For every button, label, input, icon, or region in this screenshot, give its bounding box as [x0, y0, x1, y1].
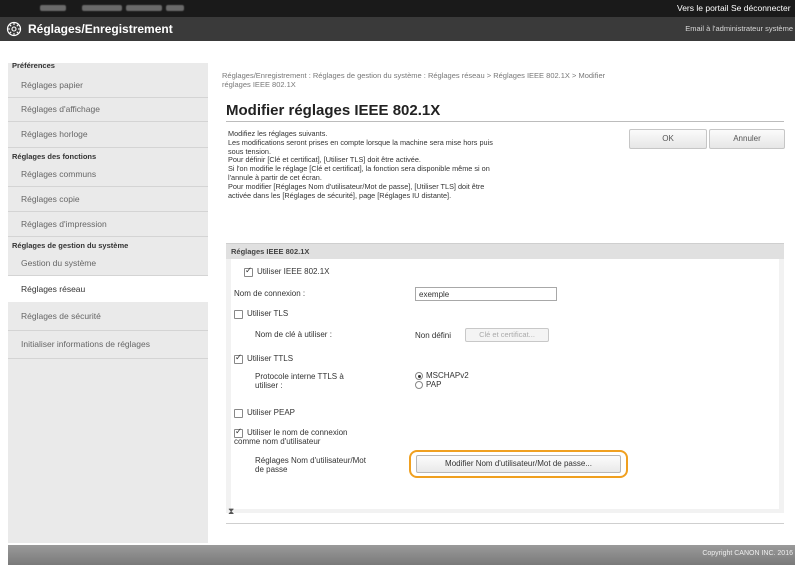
blurred-text: [166, 5, 184, 11]
use-tls-checkbox[interactable]: [234, 310, 243, 319]
blurred-text: [40, 5, 66, 11]
description-line: Les modifications seront prises en compt…: [228, 137, 493, 147]
app-header: Réglages/Enregistrement Email à l'admini…: [0, 17, 795, 41]
section-heading: Réglages IEEE 802.1X: [226, 244, 784, 259]
use-tls-label: Utiliser TLS: [247, 309, 289, 318]
copyright: Copyright CANON INC. 2016: [702, 550, 793, 557]
admin-email-link[interactable]: Email à l'administrateur système: [685, 24, 793, 33]
sidebar-item-network[interactable]: Réglages réseau: [8, 276, 208, 302]
use-ieee-checkbox[interactable]: [244, 266, 253, 277]
divider: [8, 236, 208, 237]
radio-mschapv2[interactable]: [415, 372, 423, 380]
blurred-text: [82, 5, 122, 11]
divider: [8, 147, 208, 148]
divider: [226, 523, 784, 524]
footer: Copyright CANON INC. 2016: [8, 545, 795, 565]
logout-link[interactable]: Se déconnecter: [731, 3, 791, 13]
use-peap-label: Utiliser PEAP: [247, 408, 296, 417]
sidebar-item-print[interactable]: Réglages d'impression: [8, 212, 208, 236]
use-ttls-label: Utiliser TTLS: [247, 354, 294, 363]
breadcrumb-line[interactable]: Réglages/Enregistrement : Réglages de ge…: [222, 71, 782, 80]
section-body: Utiliser IEEE 802.1X Nom de connexion : …: [231, 259, 779, 509]
key-certificate-button[interactable]: Clé et certificat...: [465, 328, 549, 342]
login-name-input[interactable]: [415, 287, 557, 301]
description-text: Modifiez les réglages suivants. Les modi…: [228, 129, 628, 200]
key-name-value: Non défini: [415, 331, 452, 340]
app-title: Réglages/Enregistrement: [28, 22, 173, 36]
use-ieee-label: Utiliser IEEE 802.1X: [257, 267, 330, 276]
page-title: Modifier réglages IEEE 802.1X: [226, 102, 441, 119]
divider: [226, 121, 784, 122]
breadcrumb-line: réglages IEEE 802.1X: [222, 80, 296, 89]
gear-icon: [6, 21, 22, 37]
top-anchor-icon[interactable]: ⧗: [228, 506, 234, 517]
portal-link[interactable]: Vers le portail: [677, 3, 729, 13]
blurred-text: [126, 5, 162, 11]
sidebar-item-initialize[interactable]: Initialiser informations de réglages: [8, 331, 208, 358]
breadcrumb: Réglages/Enregistrement : Réglages de ge…: [222, 71, 782, 89]
radio-pap[interactable]: [415, 381, 423, 389]
radio-pap-label: PAP: [426, 380, 442, 389]
sidebar-item-security[interactable]: Réglages de sécurité: [8, 302, 208, 330]
sidebar-item-display[interactable]: Réglages d'affichage: [8, 97, 208, 121]
divider: [8, 358, 208, 359]
cancel-button[interactable]: Annuler: [709, 129, 785, 149]
sidebar-heading-system: Réglages de gestion du système: [12, 241, 129, 250]
key-name-label: Nom de clé à utiliser :: [255, 330, 332, 339]
sidebar-item-paper[interactable]: Réglages papier: [8, 73, 208, 97]
login-name-label: Nom de connexion :: [234, 289, 306, 298]
sidebar-heading-preferences: Préférences: [12, 61, 55, 70]
sidebar-heading-functions: Réglages des fonctions: [12, 152, 97, 161]
ttls-protocol-label: utiliser :: [255, 381, 283, 390]
modify-user-password-button[interactable]: Modifier Nom d'utilisateur/Mot de passe.…: [416, 455, 621, 473]
top-bar: Vers le portail Se déconnecter: [0, 0, 795, 17]
use-peap-checkbox[interactable]: [234, 409, 243, 418]
sidebar-item-copy[interactable]: Réglages copie: [8, 187, 208, 211]
sidebar: Préférences Réglages papier Réglages d'a…: [8, 61, 208, 543]
ok-button[interactable]: OK: [629, 129, 707, 149]
use-login-as-user-label: comme nom d'utilisateur: [234, 437, 321, 446]
description-line: activée dans les [Réglages de sécurité],…: [228, 190, 452, 200]
use-ttls-checkbox[interactable]: [234, 353, 243, 364]
sidebar-item-clock[interactable]: Réglages horloge: [8, 122, 208, 146]
user-pass-label: de passe: [255, 465, 288, 474]
sidebar-item-system-management[interactable]: Gestion du système: [8, 251, 208, 275]
ieee-settings-section: Réglages IEEE 802.1X Utiliser IEEE 802.1…: [226, 243, 784, 513]
sidebar-item-common[interactable]: Réglages communs: [8, 162, 208, 186]
